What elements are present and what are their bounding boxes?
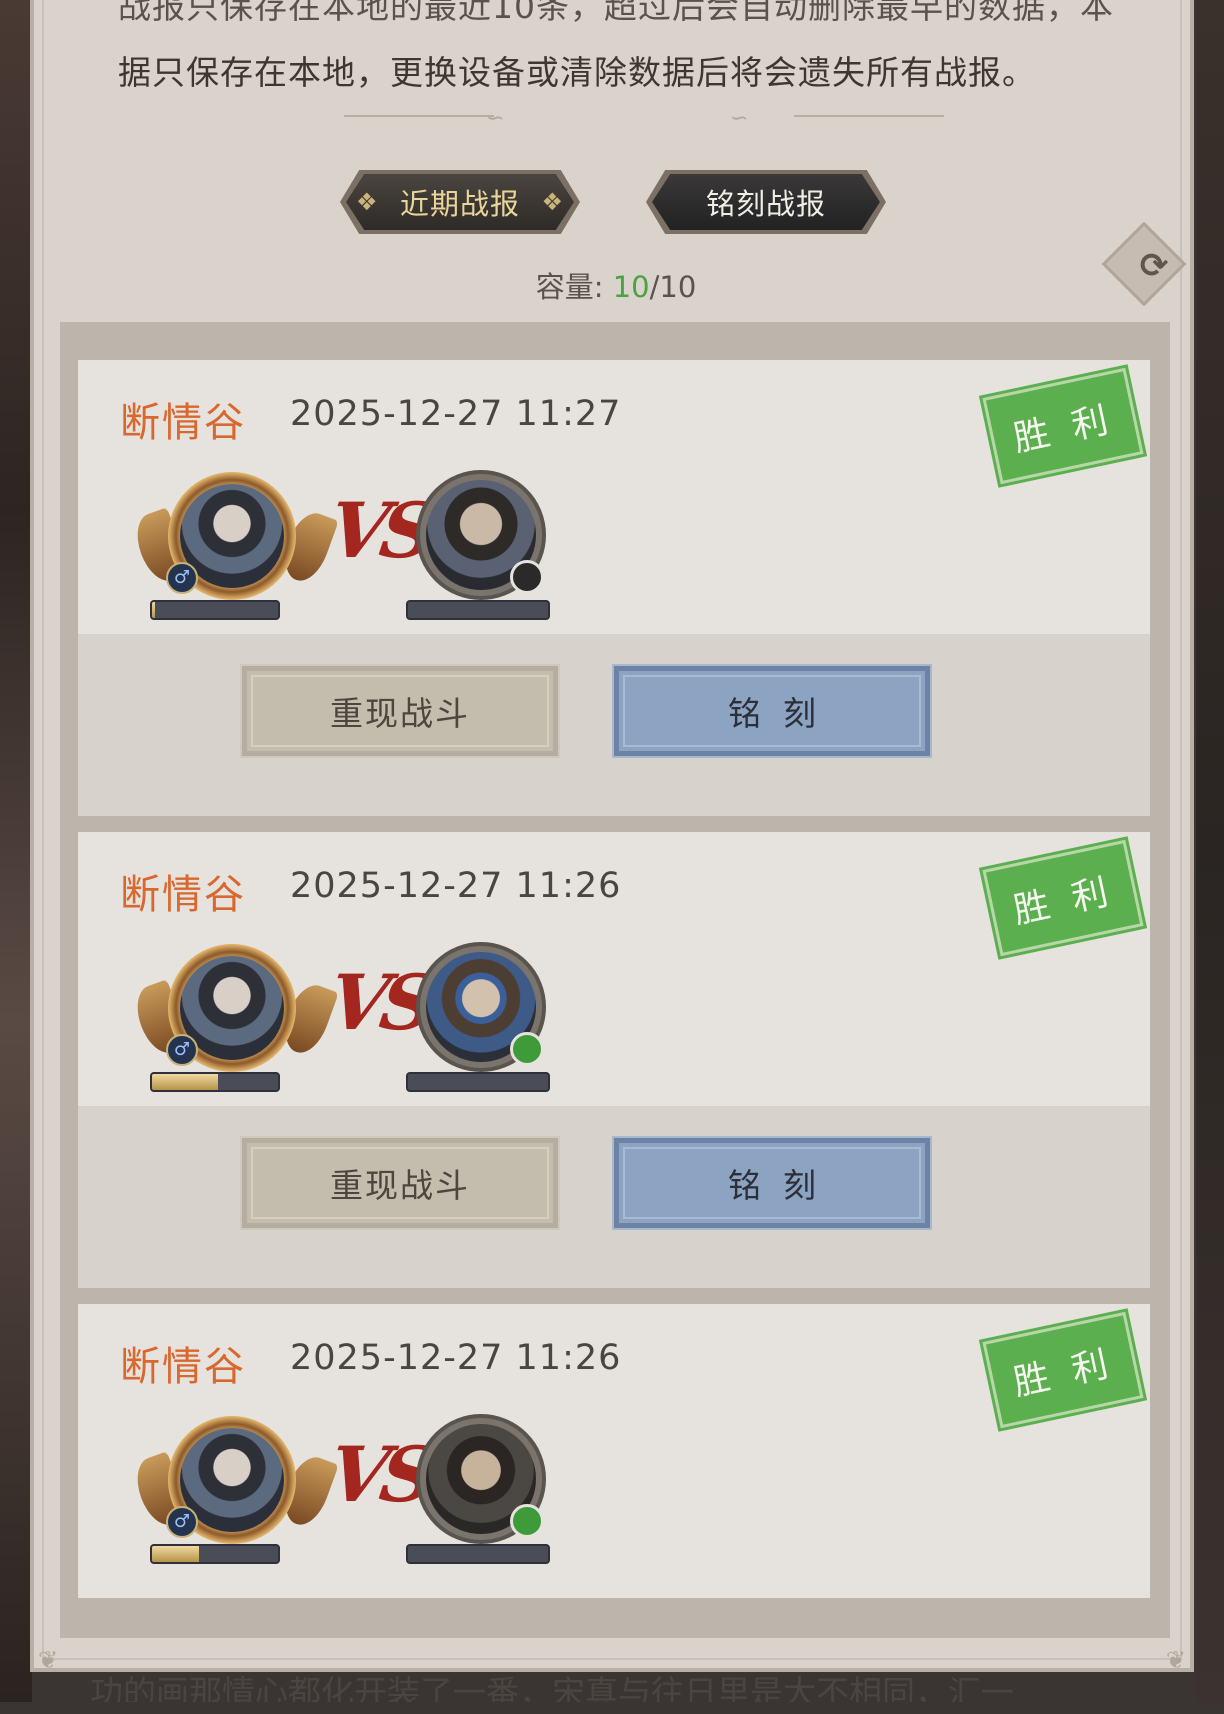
notice-line-2: 据只保存在本地，更换设备或清除数据后将会遗失所有战报。 [118,53,1036,92]
capacity-label: 容量: [535,270,604,304]
report-time: 2025-12-27 11:27 [290,394,622,434]
report-location: 断情谷 [120,872,246,918]
tab-ornament-left-icon: ❖ [356,188,379,216]
report-card: 断情谷 2025-12-27 11:26 胜 利 ♂ VS 重现战斗 铭刻 [78,832,1150,1288]
tab-recent-label: 近期战报 [399,187,520,221]
divider-right [794,115,944,117]
capacity-total: /10 [649,270,697,304]
corner-ornament-left-icon: ❦ [38,1646,59,1674]
player-hp-bar [150,1544,280,1564]
male-icon: ♂ [166,562,198,594]
victory-stamp: 胜 利 [982,1311,1144,1429]
divider-ornament-right: ∽ [730,106,749,131]
player-hp-bar [150,600,280,620]
refresh-icon[interactable]: ⟳ [1124,246,1184,286]
opponent-avatar[interactable] [416,1414,546,1544]
report-card: 断情谷 2025-12-27 11:26 胜 利 ♂ VS [78,1304,1150,1598]
tab-ornament-right-icon: ❖ [541,188,564,216]
faction-badge-icon [510,1032,544,1066]
engrave-button[interactable]: 铭刻 [612,1136,932,1230]
report-card: 断情谷 2025-12-27 11:27 胜 利 ♂ VS 重现战斗 铭刻 [78,360,1150,816]
opponent-hp-bar [406,1544,550,1564]
tab-recent-reports[interactable]: ❖ 近期战报 ❖ [340,170,580,234]
report-location: 断情谷 [120,1344,246,1390]
opponent-hp-bar [406,1072,550,1092]
report-list[interactable]: 断情谷 2025-12-27 11:27 胜 利 ♂ VS 重现战斗 铭刻 断情… [60,322,1170,1638]
background-story-text: 功的画那情心都化开装了一番，宋真与往日里是大不相同，汇一 [90,1673,1014,1712]
faction-badge-icon [510,1504,544,1538]
report-time: 2025-12-27 11:26 [290,1338,622,1378]
corner-ornament-right-icon: ❦ [1165,1646,1186,1674]
faction-badge-icon [510,560,544,594]
replay-battle-button[interactable]: 重现战斗 [240,664,560,758]
victory-stamp: 胜 利 [982,839,1144,957]
battle-report-panel: 战报只保存在本地的最近10条，超过后会自动删除最早的数据，本地数 据只保存在本地… [30,0,1194,1674]
male-icon: ♂ [166,1506,198,1538]
engrave-button[interactable]: 铭刻 [612,664,932,758]
tab-engraved-label: 铭刻战报 [705,187,826,221]
capacity-indicator: 容量: 10/10 [34,264,1198,306]
divider-left [344,115,494,117]
storage-notice: 战报只保存在本地的最近10条，超过后会自动删除最早的数据，本地数 据只保存在本地… [118,0,1118,106]
report-location: 断情谷 [120,400,246,446]
divider-ornament-left: ∽ [486,106,505,131]
capacity-current: 10 [612,270,650,304]
tab-engraved-reports[interactable]: 铭刻战报 [646,170,886,234]
opponent-avatar[interactable] [416,942,546,1072]
notice-line-1: 战报只保存在本地的最近10条，超过后会自动删除最早的数据，本地数 [118,0,1114,26]
background-right-scenery [1196,0,1224,1702]
male-icon: ♂ [166,1034,198,1066]
background-left-scenery [0,0,32,1702]
opponent-avatar[interactable] [416,470,546,600]
replay-battle-button[interactable]: 重现战斗 [240,1136,560,1230]
opponent-hp-bar [406,600,550,620]
player-hp-bar [150,1072,280,1092]
report-time: 2025-12-27 11:26 [290,866,622,906]
victory-stamp: 胜 利 [982,367,1144,485]
